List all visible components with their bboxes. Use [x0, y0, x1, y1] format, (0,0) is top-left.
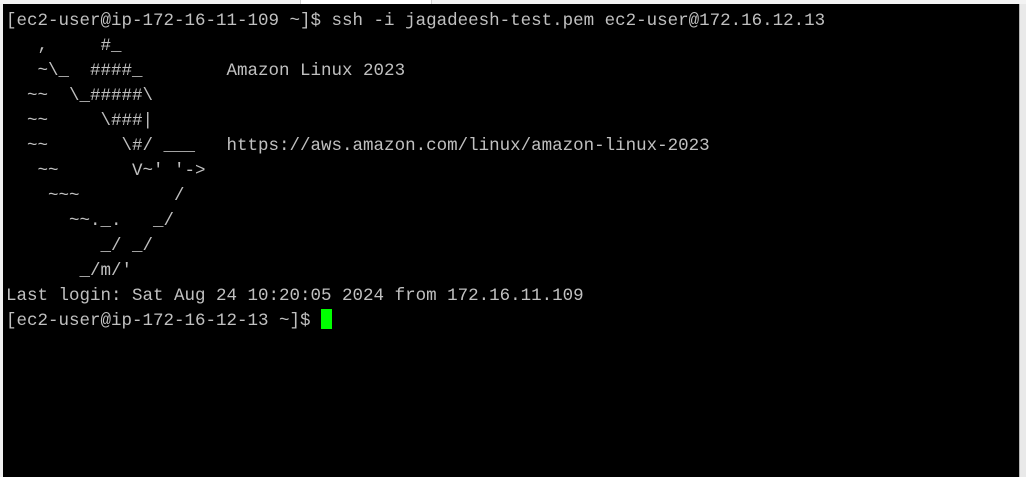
terminal-line-ascii-art: _/ _/: [6, 236, 154, 256]
terminal-line-ascii-art-url: ~~ \#/ ___ https://aws.amazon.com/linux/…: [6, 136, 710, 156]
window-right-border: [1019, 4, 1026, 477]
terminal-output: [ec2-user@ip-172-16-11-109 ~]$ ssh -i ja…: [6, 9, 825, 334]
terminal-line-ssh-command: [ec2-user@ip-172-16-11-109 ~]$ ssh -i ja…: [6, 11, 826, 31]
terminal-line-ascii-art: ~~~ /: [6, 186, 185, 206]
shell-prompt: [ec2-user@ip-172-16-12-13 ~]$: [6, 311, 322, 331]
terminal-window: [ec2-user@ip-172-16-11-109 ~]$ ssh -i ja…: [0, 0, 1026, 477]
terminal-line-ascii-art: _/m/': [6, 261, 133, 281]
terminal-line-ascii-art-os-name: ~\_ ####_ Amazon Linux 2023: [6, 61, 406, 81]
terminal-line-ascii-art: ~~._. _/: [6, 211, 175, 231]
terminal-line-ascii-art: ~~ V~' '->: [6, 161, 206, 181]
terminal-prompt-line[interactable]: [ec2-user@ip-172-16-12-13 ~]$: [6, 309, 825, 334]
terminal-screen[interactable]: [ec2-user@ip-172-16-11-109 ~]$ ssh -i ja…: [3, 4, 1019, 477]
text-cursor[interactable]: [321, 309, 333, 329]
window-right-border-line: [1019, 4, 1020, 477]
terminal-line-last-login: Last login: Sat Aug 24 10:20:05 2024 fro…: [6, 286, 584, 306]
terminal-line-ascii-art: ~~ \_#####\: [6, 86, 154, 106]
terminal-line-ascii-art: ~~ \###|: [6, 111, 154, 131]
terminal-line-ascii-art: , #_: [6, 36, 122, 56]
